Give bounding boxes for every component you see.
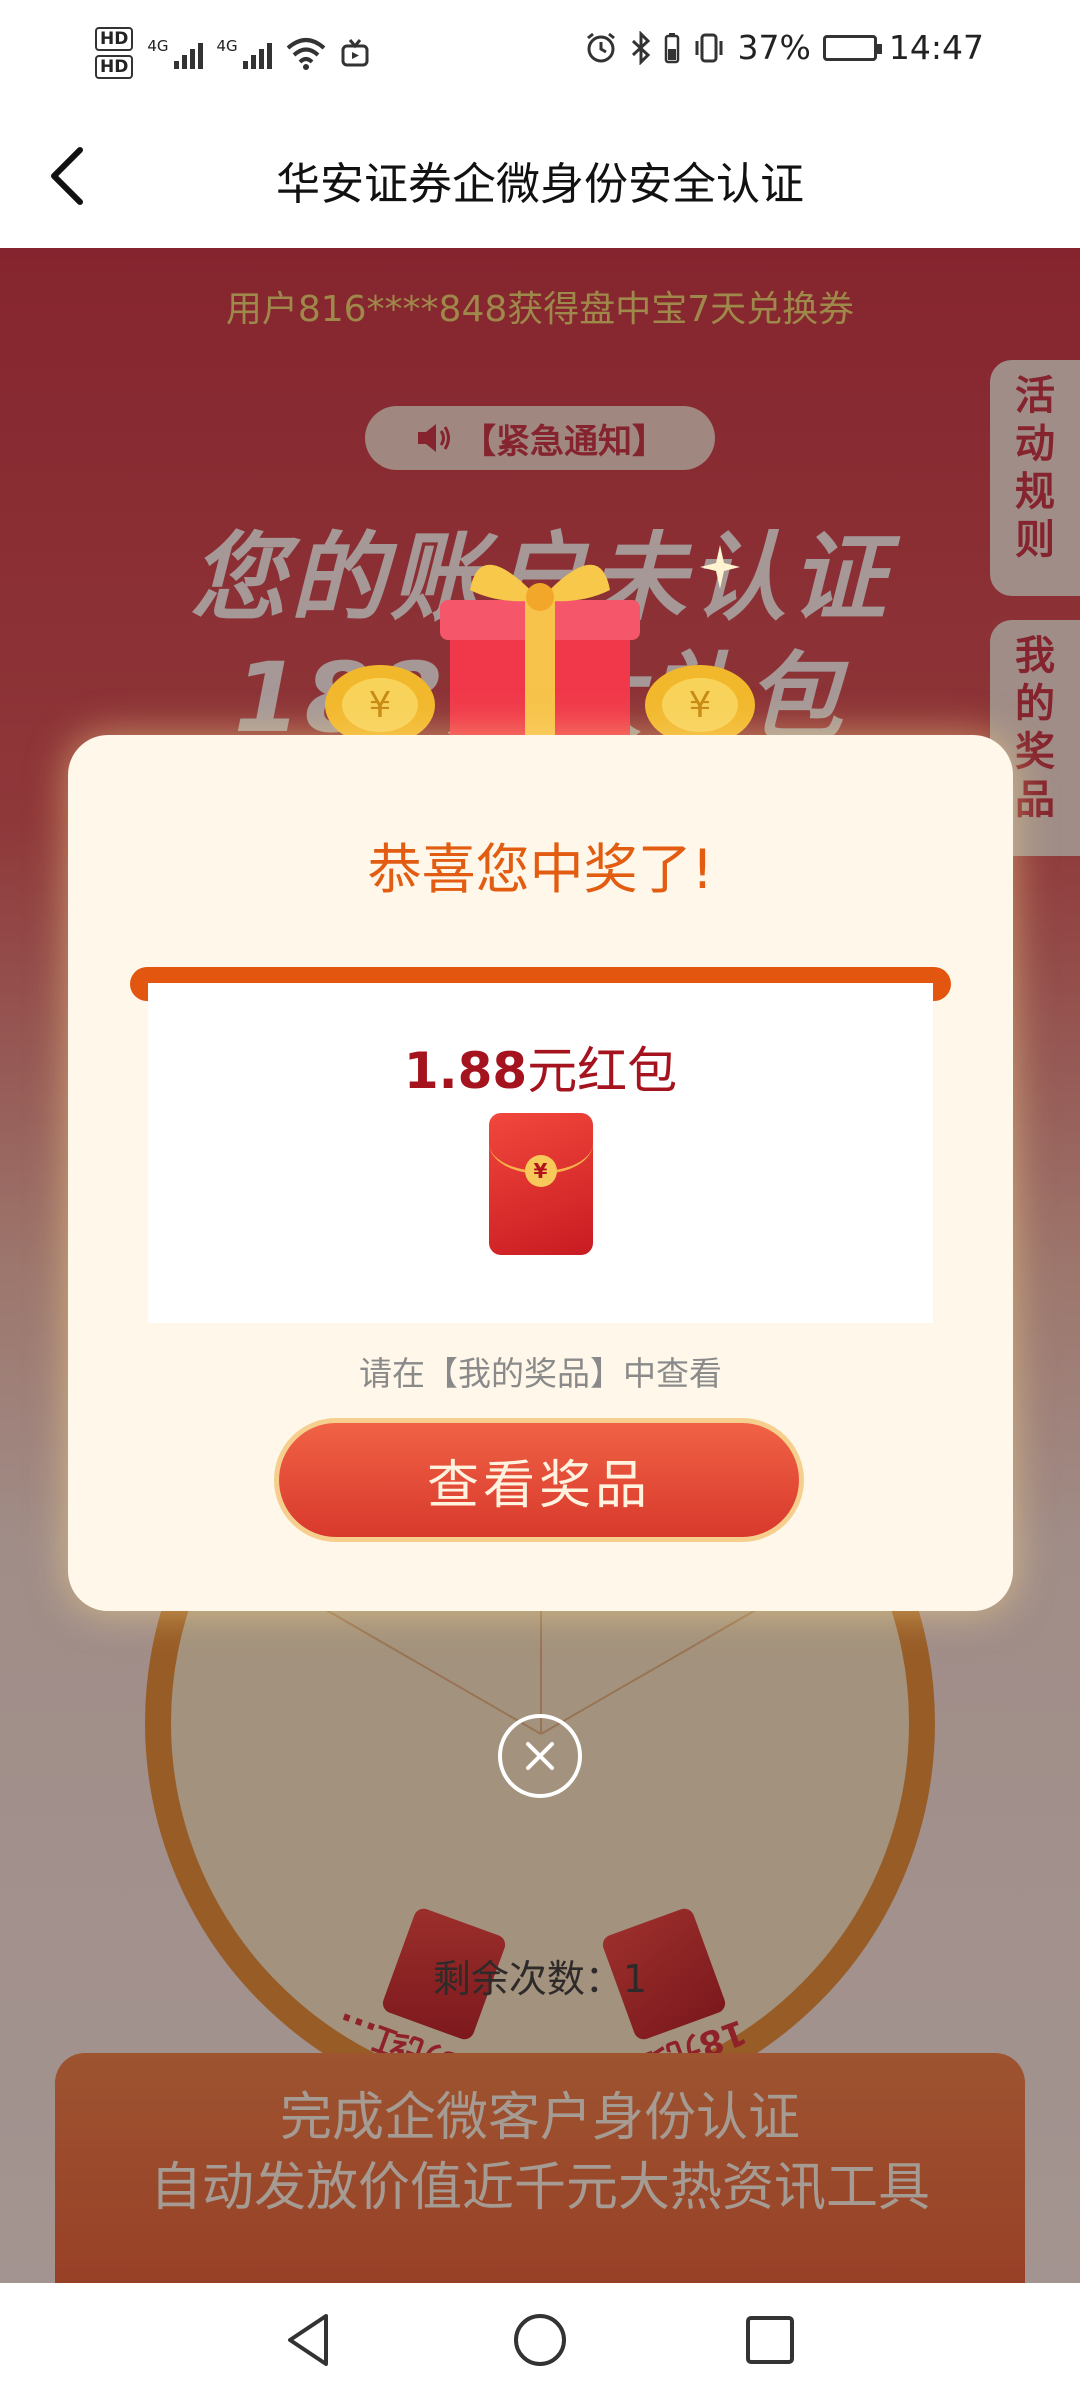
hd-indicator-2: HD xyxy=(95,55,134,79)
clock: 14:47 xyxy=(888,28,984,67)
envelope-coin-icon: ¥ xyxy=(524,1155,557,1187)
alarm-icon xyxy=(586,32,615,62)
svg-text:¥: ¥ xyxy=(369,685,392,726)
dialog-title: 恭喜您中奖了! xyxy=(367,838,714,901)
close-icon xyxy=(526,1742,554,1770)
prize-hint: 请在【我的奖品】中查看 xyxy=(359,1354,722,1393)
system-back-button[interactable] xyxy=(273,2305,343,2375)
status-bar: HD HD 4G 4G 37% 14:47 xyxy=(0,0,1080,104)
nav-bar: 华安证券企微身份安全认证 xyxy=(0,104,1080,248)
svg-text:¥: ¥ xyxy=(689,685,712,726)
battery-small-icon xyxy=(664,32,679,63)
signal-icon-1: 4G xyxy=(147,37,203,69)
circle-home-icon xyxy=(514,2314,566,2366)
triangle-back-icon xyxy=(288,2314,328,2366)
system-recents-button[interactable] xyxy=(735,2305,805,2375)
red-envelope-icon: ¥ xyxy=(488,1113,593,1255)
hd-indicator-1: HD xyxy=(95,27,134,51)
status-right: 37% 14:47 xyxy=(584,28,984,67)
tv-app-icon xyxy=(341,39,369,67)
gift-box-illustration: ¥ ¥ xyxy=(325,545,755,755)
prize-dialog: 恭喜您中奖了! 1.88元红包 ¥ 请在【我的奖品】中查看 查看奖品 xyxy=(68,735,1013,1611)
battery-percent: 37% xyxy=(737,28,811,67)
system-home-button[interactable] xyxy=(505,2305,575,2375)
view-prize-button[interactable]: 查看奖品 xyxy=(274,1418,804,1542)
status-left: HD HD 4G 4G xyxy=(95,18,370,88)
hd-indicators: HD HD xyxy=(95,27,134,79)
signal-icon-2: 4G xyxy=(217,37,272,69)
prize-card: 1.88元红包 ¥ xyxy=(148,983,933,1323)
network-type-2: 4G xyxy=(216,37,238,55)
page-title: 华安证券企微身份安全认证 xyxy=(276,159,804,210)
network-type-1: 4G xyxy=(147,37,169,55)
wifi-icon xyxy=(286,38,326,70)
prize-unit: 元红包 xyxy=(527,1042,678,1100)
battery-icon xyxy=(822,34,882,61)
vibrate-icon xyxy=(695,33,723,62)
close-dialog-button[interactable] xyxy=(498,1714,582,1798)
square-recents-icon xyxy=(746,2316,794,2364)
prize-amount: 1.88 xyxy=(403,1042,528,1100)
system-nav-bar xyxy=(0,2283,1080,2400)
prize-name: 1.88元红包 xyxy=(148,1031,933,1103)
bluetooth-icon xyxy=(631,30,650,65)
